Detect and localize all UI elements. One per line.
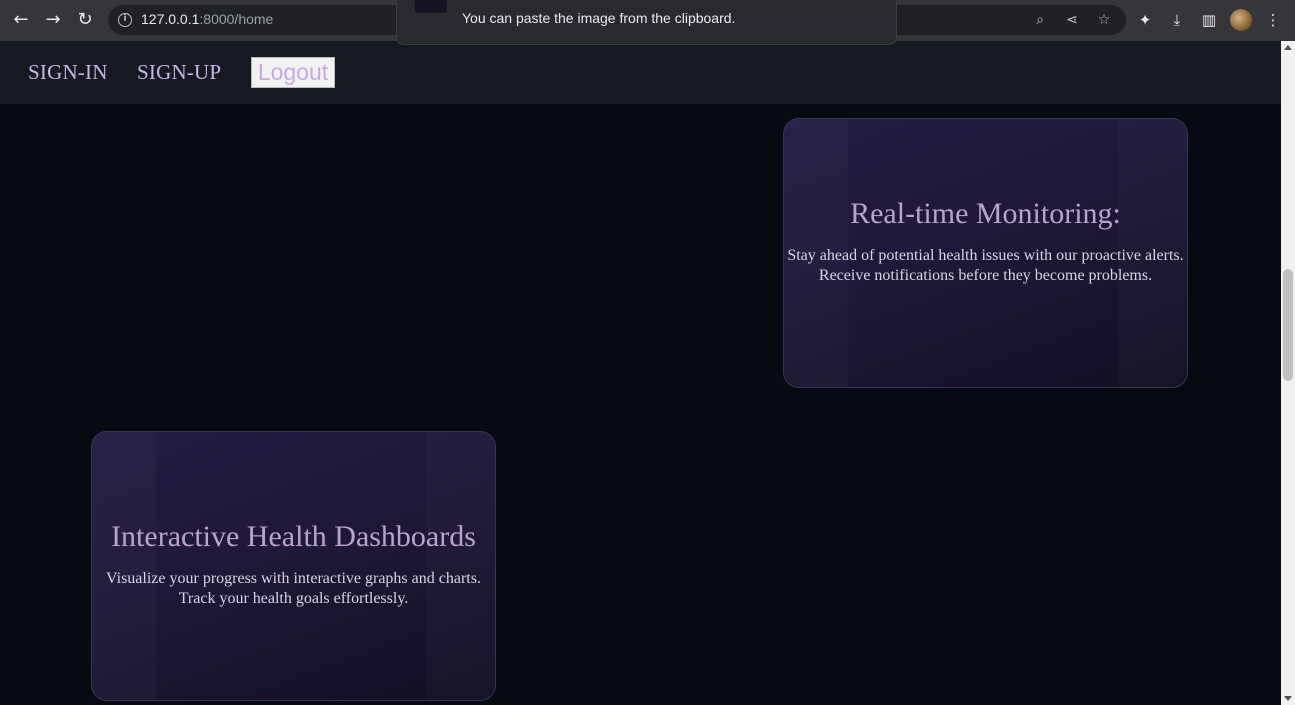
feature-card-realtime-monitoring: Real-time Monitoring: Stay ahead of pote…: [783, 118, 1188, 388]
site-navbar: SIGN-IN SIGN-UP: [0, 41, 1281, 104]
profile-avatar[interactable]: [1230, 9, 1252, 31]
scrollbar-thumb[interactable]: [1283, 269, 1293, 381]
reload-icon[interactable]: ↻: [74, 9, 96, 31]
url-host: 127.0.0.1: [141, 11, 200, 27]
clipboard-paste-notification: You can paste the image from the clipboa…: [396, 0, 897, 45]
card-description-line: Receive notifications before they become…: [818, 267, 1153, 284]
zoom-icon[interactable]: ⌕: [1030, 10, 1050, 30]
url-text[interactable]: 127.0.0.1:8000/home: [141, 11, 273, 27]
share-icon[interactable]: ⋖: [1062, 10, 1082, 30]
download-icon[interactable]: ⤓: [1166, 9, 1188, 31]
card-description: Visualize your progress with interactive…: [92, 569, 495, 609]
scroll-up-arrow-icon[interactable]: [1284, 45, 1292, 50]
notification-message: You can paste the image from the clipboa…: [462, 10, 736, 26]
card-description: Stay ahead of potential health issues wi…: [784, 246, 1187, 286]
page-scrollbar[interactable]: [1281, 41, 1295, 705]
card-description-line: Stay ahead of potential health issues wi…: [787, 247, 1184, 264]
browser-menu-icon[interactable]: ⋮: [1262, 9, 1284, 31]
side-panel-icon[interactable]: ▥: [1198, 9, 1220, 31]
site-info-icon[interactable]: i: [118, 13, 132, 27]
card-title: Real-time Monitoring:: [850, 197, 1121, 230]
logout-button[interactable]: Logout: [251, 57, 335, 88]
card-description-line: Track your health goals effortlessly.: [178, 590, 409, 607]
feature-card-health-dashboards: Interactive Health Dashboards Visualize …: [91, 431, 496, 701]
extensions-icon[interactable]: ✦: [1134, 9, 1156, 31]
bookmark-star-icon[interactable]: ☆: [1094, 10, 1114, 30]
url-path: :8000/home: [199, 11, 274, 27]
nav-sign-up-link[interactable]: SIGN-UP: [137, 60, 221, 85]
nav-sign-in-link[interactable]: SIGN-IN: [28, 60, 108, 85]
card-description-line: Visualize your progress with interactive…: [106, 570, 481, 587]
scroll-down-arrow-icon[interactable]: [1284, 696, 1292, 701]
forward-icon[interactable]: →: [42, 9, 64, 31]
card-title: Interactive Health Dashboards: [111, 520, 476, 553]
main-content: Real-time Monitoring: Stay ahead of pote…: [0, 104, 1281, 705]
back-icon[interactable]: ←: [10, 9, 32, 31]
image-thumbnail: [415, 0, 447, 13]
